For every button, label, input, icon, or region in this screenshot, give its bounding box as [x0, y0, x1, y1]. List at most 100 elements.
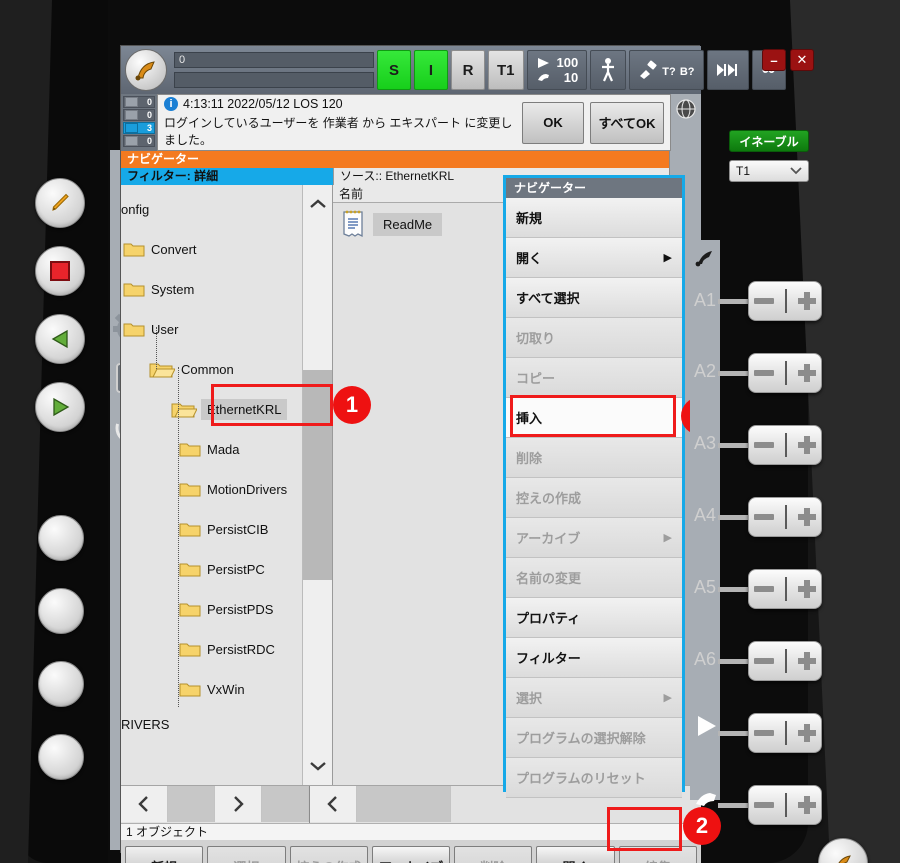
counter-info[interactable]: 3 — [123, 122, 155, 134]
message-body: ログインしているユーザーを 作業者 から エキスパート に変更しました。 — [164, 116, 513, 147]
jog-rocker-a1[interactable] — [748, 281, 822, 321]
blank-button-1[interactable] — [38, 515, 84, 561]
override-rocker-program[interactable] — [748, 713, 822, 753]
counter-wait[interactable]: 0 — [123, 135, 155, 147]
kuka-main-menu-button[interactable] — [125, 49, 167, 91]
increment-mode-button[interactable] — [706, 50, 749, 90]
stop-square-icon — [50, 261, 70, 281]
jog-rocker-a2[interactable] — [748, 353, 822, 393]
tool-icon — [640, 60, 657, 79]
override-indicator[interactable]: 100 10 — [526, 50, 588, 90]
tree-item-user[interactable]: User — [121, 309, 303, 349]
status-robot-r[interactable]: R — [451, 50, 485, 90]
list-page-prev-button[interactable] — [310, 786, 357, 822]
minus-icon — [754, 658, 775, 664]
blank-button-3[interactable] — [38, 661, 84, 707]
start-button[interactable] — [35, 382, 85, 432]
jog-rocker-a6[interactable] — [748, 641, 822, 681]
status-drives-s[interactable]: S — [377, 50, 411, 90]
context-menu-item-label: プロパティ — [516, 611, 581, 626]
context-menu-item-delete[interactable]: 削除 — [506, 438, 682, 478]
enable-button[interactable]: イネーブル — [729, 130, 809, 152]
blank-button-2[interactable] — [38, 588, 84, 634]
back-button[interactable] — [35, 314, 85, 364]
bottom-button-select[interactable]: 選択 — [207, 846, 286, 863]
tree-item-motiondrivers[interactable]: MotionDrivers — [121, 469, 303, 509]
bottom-button-edit[interactable]: 編集 — [618, 846, 697, 863]
close-window-button[interactable]: ✕ — [790, 49, 814, 71]
program-name-field[interactable] — [174, 72, 374, 88]
tree-item-system[interactable]: System — [121, 269, 303, 309]
stop-button[interactable] — [35, 246, 85, 296]
context-menu-item-new[interactable]: 新規 — [506, 198, 682, 238]
tree-scroll-thumb[interactable] — [303, 370, 332, 580]
operating-mode-selector[interactable]: T1 — [729, 160, 809, 182]
context-menu-item-rename[interactable]: 名前の変更 — [506, 558, 682, 598]
jog-rocker-a3[interactable] — [748, 425, 822, 465]
folder-icon — [179, 443, 201, 457]
tool-base-button[interactable]: T? B? — [629, 50, 704, 90]
tree-item-convert[interactable]: Convert — [121, 229, 303, 269]
bottom-button-duplicate[interactable]: 控えの作成 — [289, 846, 368, 863]
message-ok-button[interactable]: OK — [522, 101, 584, 144]
tree-scroll-up-button[interactable] — [303, 185, 332, 223]
directory-tree: onfig Convert System User Common Etherne… — [121, 185, 303, 785]
base-value: B? — [679, 65, 695, 78]
blank-button-4[interactable] — [38, 734, 84, 780]
tree-page-prev-button[interactable] — [121, 786, 168, 822]
tree-item-persistrdc[interactable]: PersistRDC — [121, 629, 303, 669]
override-rocker-jog[interactable] — [748, 785, 822, 825]
tree-item-common[interactable]: Common — [121, 349, 303, 389]
counter-acknowledge[interactable]: 0 — [123, 96, 155, 108]
navigator-context-menu: ナビゲーター 新規 開く ▶ すべて選択 切取り コピー 挿入 削除 控えの作成… — [503, 175, 685, 798]
message-box[interactable]: i 4:13:11 2022/05/12 LOS 120 ログインしているユーザ… — [157, 94, 671, 151]
bottom-button-delete[interactable]: 削除 — [454, 846, 533, 863]
jog-mode-button[interactable] — [590, 50, 627, 90]
tree-scroll-down-button[interactable] — [303, 747, 332, 785]
context-menu-item-copy[interactable]: コピー — [506, 358, 682, 398]
chevron-down-icon — [790, 167, 802, 175]
counter-warning[interactable]: 0 — [123, 109, 155, 121]
message-ok-all-button[interactable]: すべてOK — [590, 101, 664, 144]
stylus-pen-button[interactable] — [35, 178, 85, 228]
bottom-button-archive[interactable]: アーカイブ — [371, 846, 451, 863]
bottom-button-open[interactable]: 開く — [536, 846, 615, 863]
jog-rocker-a5[interactable] — [748, 569, 822, 609]
robot-arm-icon — [838, 855, 851, 863]
context-menu-item-reset-program[interactable]: プログラムのリセット — [506, 758, 682, 798]
context-menu-item-filter[interactable]: フィルター — [506, 638, 682, 678]
tree-item-mada[interactable]: Mada — [121, 429, 303, 469]
tree-item-drivers[interactable]: RIVERS — [121, 709, 303, 739]
object-count-status: 1 オブジェクト — [121, 823, 701, 840]
tree-item-vxwin[interactable]: VxWin — [121, 669, 303, 709]
close-icon: ✕ — [796, 52, 808, 67]
minimize-window-button[interactable]: – — [762, 49, 786, 71]
triangle-right-icon — [53, 397, 70, 417]
context-menu-item-duplicate[interactable]: 控えの作成 — [506, 478, 682, 518]
context-menu-item-selection[interactable]: 選択 ▶ — [506, 678, 682, 718]
bottom-button-new[interactable]: 新規 — [125, 846, 204, 863]
status-interpreter-i[interactable]: I — [414, 50, 448, 90]
increment-icon — [716, 64, 737, 76]
chevron-down-icon — [310, 762, 326, 771]
tree-item-persistpc[interactable]: PersistPC — [121, 549, 303, 589]
tree-item-config[interactable]: onfig — [121, 189, 303, 229]
context-menu-item-properties[interactable]: プロパティ — [506, 598, 682, 638]
tree-item-persistcib[interactable]: PersistCIB — [121, 509, 303, 549]
robot-name-field[interactable]: 0 — [174, 52, 374, 68]
tree-item-persistpds[interactable]: PersistPDS — [121, 589, 303, 629]
tree-page-next-button[interactable] — [215, 786, 262, 822]
jog-rocker-a4[interactable] — [748, 497, 822, 537]
context-menu-item-insert[interactable]: 挿入 — [506, 398, 682, 438]
operating-mode-indicator[interactable]: T1 — [488, 50, 524, 90]
context-menu-item-cancel-program[interactable]: プログラムの選択解除 — [506, 718, 682, 758]
context-menu-item-archive[interactable]: アーカイブ ▶ — [506, 518, 682, 558]
tree-item-ethernetkrl[interactable]: EthernetKRL — [121, 389, 303, 429]
hand-jog-icon — [537, 74, 549, 81]
filter-label[interactable]: フィルター: 詳細 — [121, 168, 333, 185]
context-menu-item-cut[interactable]: 切取り — [506, 318, 682, 358]
context-menu-item-select-all[interactable]: すべて選択 — [506, 278, 682, 318]
context-menu-item-open[interactable]: 開く ▶ — [506, 238, 682, 278]
tree-scrollbar[interactable] — [302, 185, 332, 785]
globe-language-icon[interactable] — [675, 98, 697, 120]
